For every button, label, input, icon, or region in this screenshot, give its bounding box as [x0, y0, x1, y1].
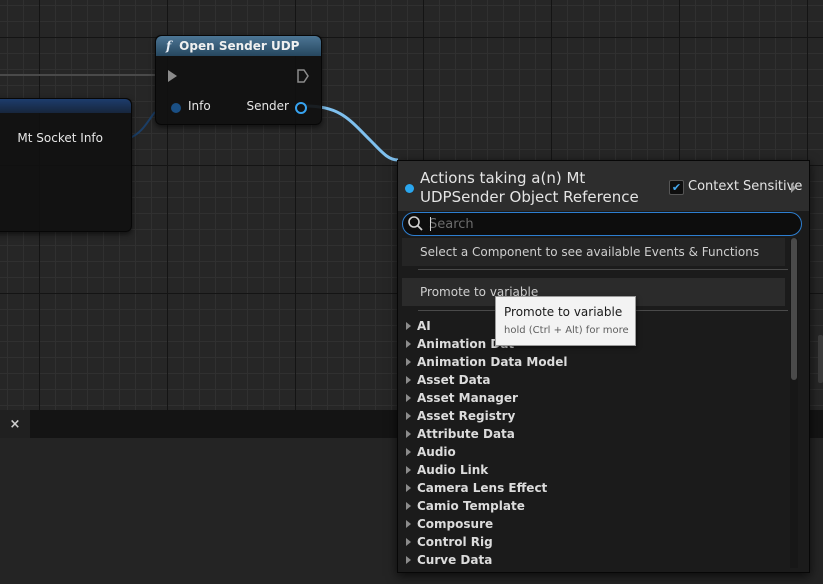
node-header: [0, 99, 131, 113]
exec-output-pin[interactable]: [297, 69, 309, 83]
category-item[interactable]: Asset Manager: [402, 389, 567, 407]
action-menu-header: Actions taking a(n) Mt UDPSender Object …: [398, 161, 809, 211]
category-item[interactable]: Curve Data: [402, 551, 567, 568]
category-label: Camera Lens Effect: [417, 481, 548, 495]
search-input[interactable]: [429, 215, 789, 233]
category-label: Composure: [417, 517, 494, 531]
tooltip-title: Promote to variable: [504, 305, 623, 319]
action-list-scrollbar[interactable]: [790, 238, 798, 568]
info-input-pin[interactable]: [171, 103, 181, 113]
info-pin-label: Info: [188, 99, 211, 113]
expand-arrow-icon[interactable]: [406, 538, 411, 546]
category-item[interactable]: Camera Lens Effect: [402, 479, 567, 497]
mt-socket-info-pin-label: Mt Socket Info: [17, 131, 103, 145]
category-label: Asset Manager: [417, 391, 518, 405]
category-item[interactable]: Control Rig: [402, 533, 567, 551]
category-list: AI Animation Dat Animation Data Model Asset…: [402, 317, 567, 568]
expand-arrow-icon[interactable]: [406, 556, 411, 564]
category-label: Camio Template: [417, 499, 525, 513]
scrollbar-thumb[interactable]: [791, 238, 797, 380]
graph-scroll-handle[interactable]: [818, 335, 823, 383]
category-label: Audio: [417, 445, 456, 459]
category-item[interactable]: Camio Template: [402, 497, 567, 515]
expand-arrow-icon[interactable]: [406, 412, 411, 420]
category-label: AI: [417, 319, 431, 333]
category-item[interactable]: Asset Data: [402, 371, 567, 389]
expand-arrow-icon[interactable]: [406, 466, 411, 474]
socket-info-wire: [129, 111, 156, 139]
category-label: Control Rig: [417, 535, 493, 549]
category-item[interactable]: Animation Data Model: [402, 353, 567, 371]
text-caret: [430, 217, 431, 231]
category-label: Animation Data Model: [417, 355, 568, 369]
node-header: f Open Sender UDP: [156, 36, 321, 56]
expand-arrow-icon[interactable]: [406, 484, 411, 492]
divider: [418, 269, 788, 270]
select-component-hint: Select a Component to see available Even…: [402, 238, 785, 266]
context-sensitive-label[interactable]: Context Sensitive: [688, 179, 802, 194]
expand-arrow-icon[interactable]: [406, 394, 411, 402]
expand-arrow-icon[interactable]: [406, 322, 411, 330]
context-sensitive-checkbox[interactable]: ✔: [669, 180, 684, 195]
category-item[interactable]: Audio: [402, 443, 567, 461]
function-icon: f: [166, 39, 172, 53]
open-sender-udp-node[interactable]: f Open Sender UDP Info Sender: [155, 35, 322, 125]
category-label: Asset Registry: [417, 409, 516, 423]
sender-output-pin[interactable]: [295, 102, 307, 114]
category-label: Asset Data: [417, 373, 491, 387]
action-list[interactable]: Select a Component to see available Even…: [402, 238, 789, 568]
category-label: Curve Data: [417, 553, 493, 567]
expand-arrow-icon[interactable]: [406, 448, 411, 456]
expand-arrow-icon[interactable]: [406, 520, 411, 528]
object-reference-pin-icon: [405, 184, 414, 193]
expand-arrow-icon[interactable]: [406, 502, 411, 510]
node-title: Open Sender UDP: [179, 39, 300, 53]
exec-input-pin[interactable]: [168, 70, 177, 82]
expand-arrow-icon[interactable]: [406, 376, 411, 384]
category-item[interactable]: Composure: [402, 515, 567, 533]
tooltip-hint: hold (Ctrl + Alt) for more: [504, 325, 629, 336]
promote-tooltip: Promote to variable hold (Ctrl + Alt) fo…: [495, 296, 636, 346]
sender-pin-label: Sender: [246, 99, 289, 113]
category-label: Audio Link: [417, 463, 489, 477]
socket-info-node[interactable]: Mt Socket Info: [0, 98, 132, 232]
category-label: Attribute Data: [417, 427, 515, 441]
action-menu-title: Actions taking a(n) Mt UDPSender Object …: [420, 169, 639, 206]
expand-arrow-icon[interactable]: [791, 183, 796, 193]
expand-arrow-icon[interactable]: [406, 340, 411, 348]
search-box[interactable]: [402, 212, 802, 236]
close-icon[interactable]: ×: [0, 410, 30, 438]
expand-arrow-icon[interactable]: [406, 430, 411, 438]
expand-arrow-icon[interactable]: [406, 358, 411, 366]
search-icon: [408, 216, 423, 231]
category-item[interactable]: Audio Link: [402, 461, 567, 479]
category-item[interactable]: Asset Registry: [402, 407, 567, 425]
category-item[interactable]: Attribute Data: [402, 425, 567, 443]
action-menu-popup[interactable]: Actions taking a(n) Mt UDPSender Object …: [397, 160, 810, 573]
